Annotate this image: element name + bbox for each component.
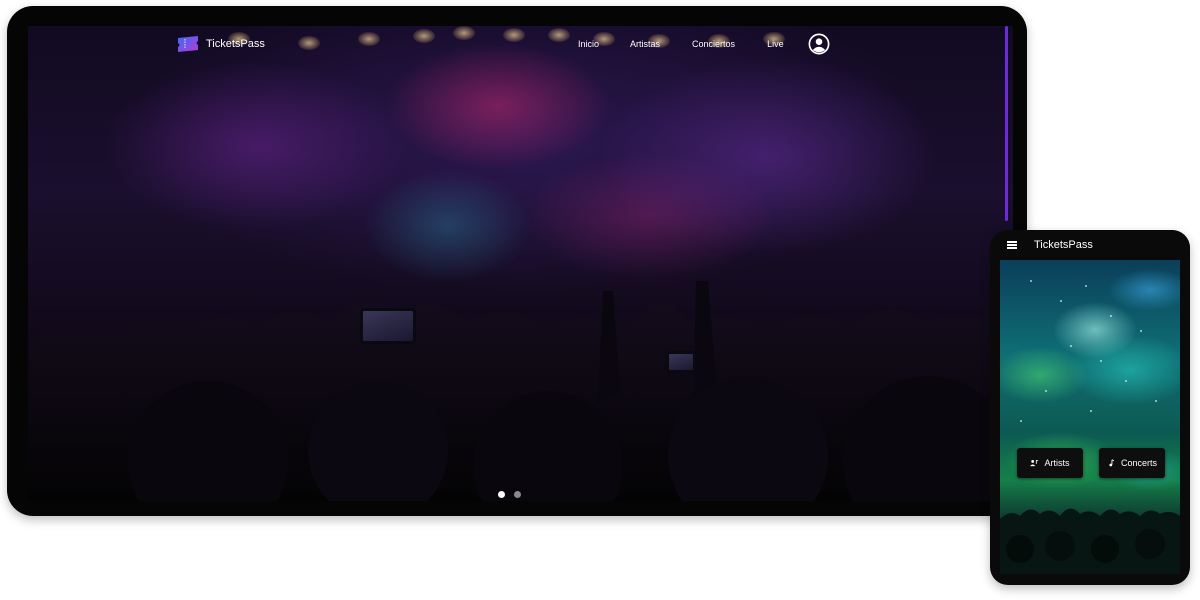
scrollbar[interactable] [1005,26,1008,221]
audience-phone-decoration [360,308,416,344]
mobile-app-title: TicketsPass [1034,239,1093,251]
nav-link-inicio[interactable]: Inicio [578,39,599,49]
crowd-silhouette [28,281,1013,501]
mobile-device-frame: TicketsPass Artists Concerts [990,230,1190,585]
artists-button-label: Artists [1044,458,1070,468]
music-note-icon [1109,459,1115,467]
carousel-dot-1[interactable] [498,491,505,498]
nav-link-conciertos[interactable]: Conciertos [692,39,735,49]
audience-phone-decoration [666,351,696,373]
group-icon [1030,459,1039,467]
ticket-icon [178,36,198,52]
user-circle-icon[interactable] [808,33,830,55]
mobile-crowd-silhouette [1000,508,1180,574]
nav-link-artistas[interactable]: Artistas [630,39,660,49]
concerts-button-label: Concerts [1120,458,1157,468]
mobile-app-bar: TicketsPass [990,230,1190,260]
brand-logo[interactable]: TicketsPass [176,36,265,52]
nav-link-live[interactable]: Live [767,39,784,49]
desktop-device-frame: TicketsPass Inicio Artistas Conciertos L… [7,6,1027,516]
brand-name: TicketsPass [206,38,265,50]
carousel-indicators [498,491,521,498]
artists-button[interactable]: Artists [1017,448,1083,478]
concerts-button[interactable]: Concerts [1099,448,1165,478]
hamburger-menu-icon[interactable] [1007,241,1017,249]
mobile-hero-banner: Artists Concerts [1000,260,1180,574]
top-navbar: TicketsPass Inicio Artistas Conciertos L… [28,26,1013,76]
nav-links: Inicio Artistas Conciertos Live [578,39,784,49]
hero-banner: TicketsPass Inicio Artistas Conciertos L… [28,26,1013,501]
carousel-dot-2[interactable] [514,491,521,498]
